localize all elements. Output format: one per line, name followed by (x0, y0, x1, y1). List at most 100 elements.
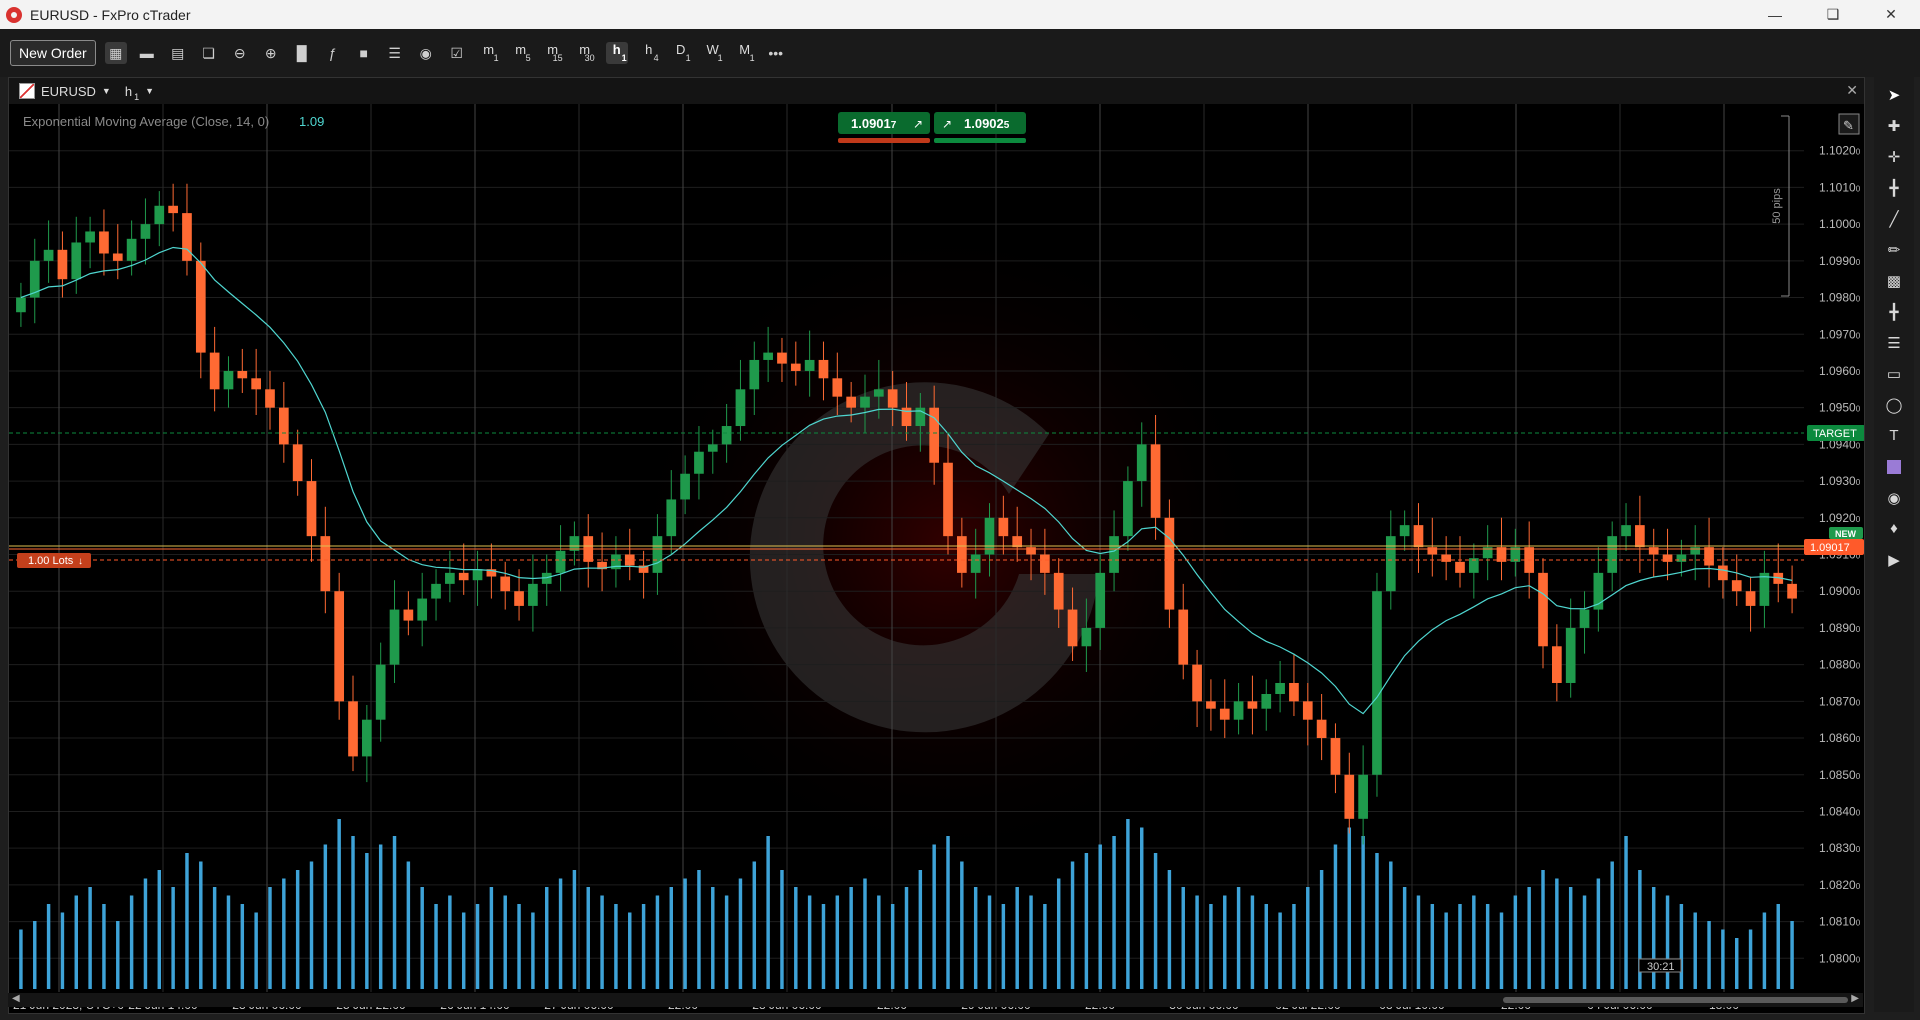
template-icon[interactable]: ☑ (446, 42, 468, 64)
close-chart-icon[interactable]: ✕ (1846, 82, 1858, 99)
sell-arrow-icon: ↗ (913, 117, 923, 131)
candle (71, 242, 82, 280)
candle (1607, 536, 1618, 573)
camera-icon[interactable]: ◉ (1874, 482, 1914, 513)
rectangle-tool-icon[interactable]: ▭ (1874, 358, 1914, 389)
chart-settings-icon[interactable]: ❏ (198, 42, 220, 64)
split-chart-icon[interactable]: ▤ (167, 42, 189, 64)
timeframe-dropdown-icon[interactable]: ▼ (145, 86, 154, 96)
candle (818, 359, 829, 379)
indicator-label[interactable]: Exponential Moving Average (Close, 14, 0… (23, 114, 269, 129)
more-options-icon[interactable]: ••• (765, 42, 787, 64)
candle (1731, 580, 1742, 592)
candle (666, 499, 677, 537)
symbol-dropdown-icon[interactable]: ▼ (102, 86, 111, 96)
grid-layout-icon[interactable]: ▦ (104, 42, 127, 64)
horizontal-scrollbar[interactable]: ◀ ▶ (8, 993, 1863, 1007)
y-tick-label: 1.09800 (1819, 291, 1861, 305)
play-icon[interactable]: ▶ (1874, 544, 1914, 575)
timeframe-mn1[interactable]: M1 (734, 42, 756, 64)
y-tick-label: 1.09600 (1819, 364, 1861, 378)
text-tool-icon[interactable]: T (1874, 420, 1914, 451)
timeframe-m30[interactable]: m 30 (574, 42, 596, 64)
candle (1358, 774, 1368, 819)
chart-type-icon[interactable]: █ (291, 42, 313, 64)
layers-icon[interactable]: ☰ (384, 42, 406, 64)
timeframe-h1[interactable]: h1 (605, 42, 628, 64)
symbol-selector[interactable]: EURUSD (41, 84, 96, 99)
window-title: EURUSD - FxPro cTrader (30, 6, 191, 23)
candle (140, 224, 151, 239)
candle (99, 231, 109, 254)
y-tick-label: 1.09000 (1819, 584, 1861, 598)
line-tool-icon[interactable]: ╱ (1874, 203, 1914, 234)
zoom-in-icon[interactable]: ⊕ (260, 42, 282, 64)
candle (1136, 444, 1147, 482)
robot-icon[interactable]: ■ (353, 42, 375, 64)
candle (431, 583, 441, 599)
svg-text:1.09017: 1.09017 (851, 116, 897, 131)
candle (348, 701, 358, 757)
channel-icon[interactable]: ☰ (1874, 327, 1914, 358)
pips-ruler: 50 pips (1771, 115, 1790, 297)
app-logo-icon (6, 6, 22, 23)
candle (1123, 481, 1133, 537)
candle (1026, 547, 1036, 555)
candle (112, 253, 123, 261)
price-chart[interactable]: 1.10200 1.10100 1.10000 1.09900 1.09800 1.097… (9, 104, 1864, 1013)
candle (306, 481, 317, 537)
indicator-icon[interactable]: ƒ (322, 42, 344, 64)
candle (43, 249, 54, 261)
fib-tool-icon[interactable]: ▩ (1874, 265, 1914, 296)
minimize-button[interactable]: — (1746, 0, 1804, 29)
candle (417, 598, 428, 621)
scroll-right-icon[interactable]: ▶ (1851, 993, 1859, 1004)
chart-timeframe-selector[interactable]: h1 (125, 84, 139, 102)
circle-tool-icon[interactable]: ◯ (1874, 389, 1914, 420)
timeframe-m15[interactable]: m 15 (542, 42, 564, 64)
candle (887, 389, 898, 408)
single-chart-icon[interactable]: ▬ (136, 42, 158, 64)
candle (458, 572, 469, 581)
measure-icon[interactable]: ╋ (1874, 172, 1914, 203)
pen-tool-icon[interactable]: ✏ (1874, 234, 1914, 265)
close-window-button[interactable]: ✕ (1862, 0, 1920, 29)
y-tick-label: 1.09900 (1819, 254, 1861, 268)
timeframe-d1[interactable]: D1 (670, 42, 692, 64)
candle (721, 426, 732, 445)
color-picker-icon[interactable] (1874, 451, 1914, 482)
y-tick-label: 1.08700 (1819, 694, 1861, 708)
pitchfork-icon[interactable]: ╋ (1874, 296, 1914, 327)
timeframe-m5[interactable]: m5 (510, 42, 532, 64)
timeframe-w1[interactable]: W1 (702, 42, 724, 64)
candle (998, 517, 1009, 537)
candle (320, 536, 331, 592)
candle (182, 213, 192, 261)
bell-icon[interactable]: ♦ (1874, 513, 1914, 544)
candle (555, 550, 566, 573)
svg-text:✎: ✎ (1843, 118, 1854, 133)
timeframe-h4[interactable]: h4 (638, 42, 660, 64)
candle (652, 536, 663, 573)
y-tick-label: 1.08100 (1819, 915, 1861, 929)
scroll-left-icon[interactable]: ◀ (12, 993, 20, 1004)
new-order-button[interactable]: New Order (10, 40, 96, 66)
candle (970, 554, 981, 573)
restore-button[interactable]: ❑ (1804, 0, 1862, 29)
pips-label: 50 pips (1771, 188, 1783, 224)
sell-button[interactable]: 1.09017 ↗ (838, 112, 930, 143)
candle (1233, 701, 1244, 720)
timeframe-m1[interactable]: m1 (478, 42, 500, 64)
edit-chart-icon[interactable]: ✎ (1838, 113, 1860, 135)
cursor-icon[interactable]: ➤ (1874, 79, 1914, 110)
eye-icon[interactable]: ◉ (415, 42, 437, 64)
quick-measure-icon[interactable]: ✛ (1874, 141, 1914, 172)
crosshair-icon[interactable]: ✚ (1874, 110, 1914, 141)
buy-button[interactable]: ↗ 1.09025 (934, 112, 1026, 143)
scroll-thumb[interactable] (1503, 997, 1848, 1003)
candle (292, 444, 303, 482)
y-tick-label: 1.08300 (1819, 841, 1861, 855)
candle (1787, 583, 1797, 599)
zoom-out-icon[interactable]: ⊖ (229, 42, 251, 64)
candle (85, 231, 95, 243)
